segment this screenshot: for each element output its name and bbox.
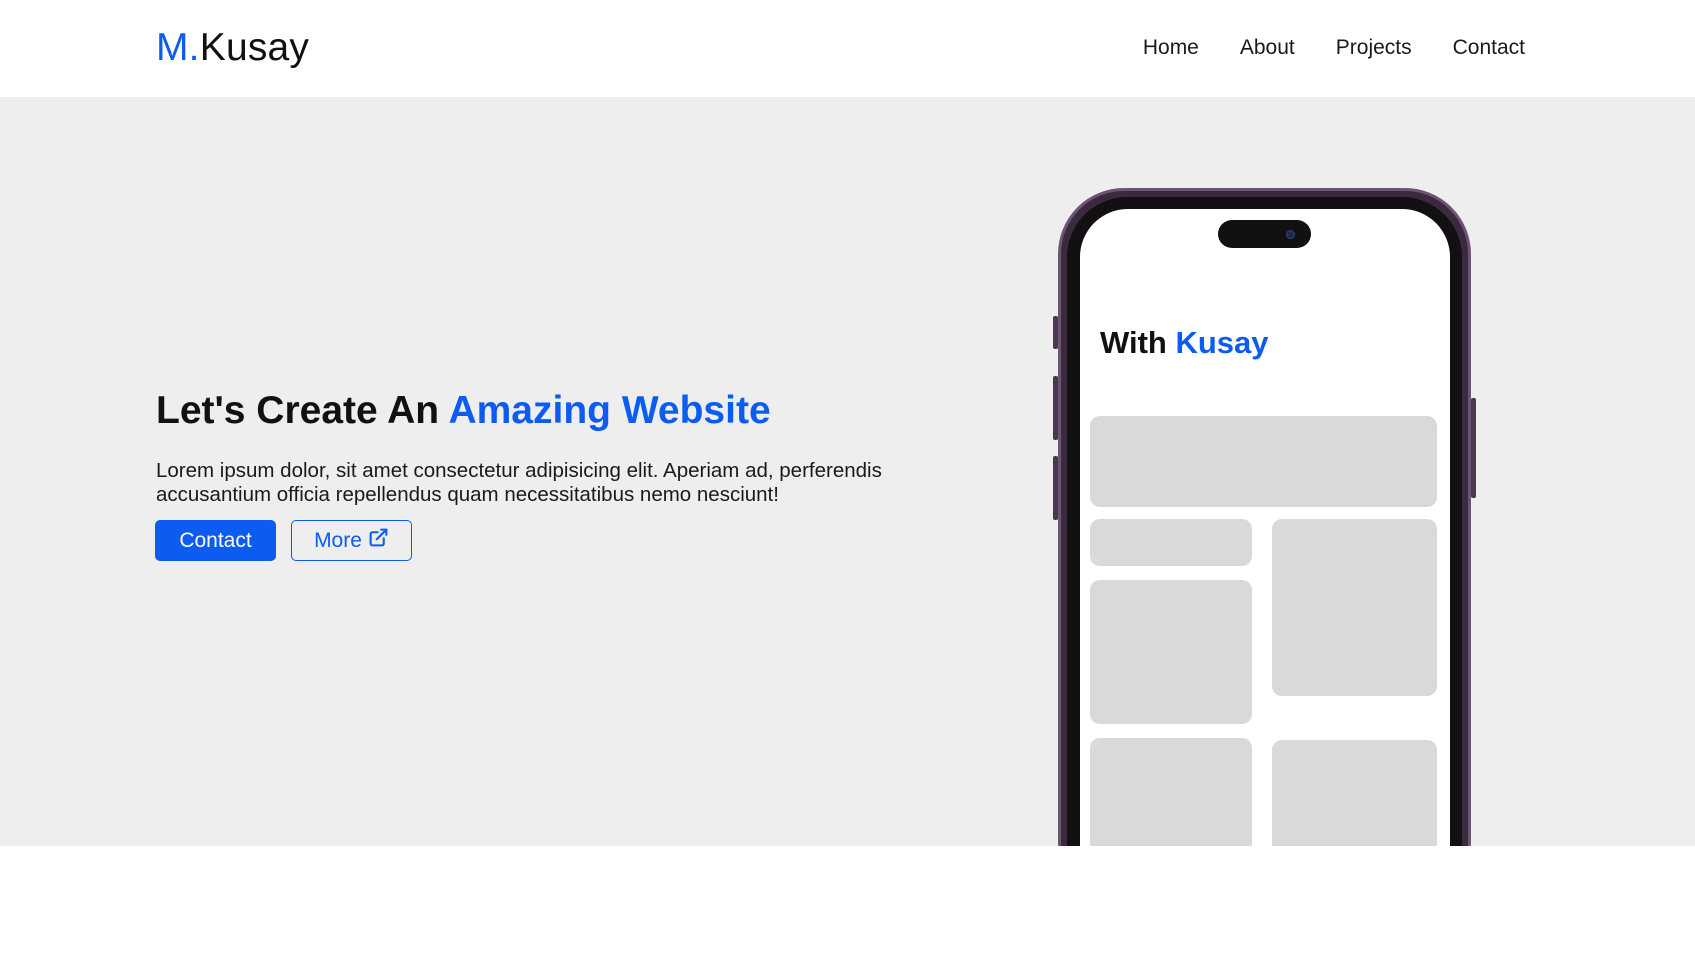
- phone-screen-title: With Kusay: [1100, 323, 1269, 363]
- brand-logo[interactable]: M.Kusay: [156, 24, 309, 72]
- placeholder-card-small: [1090, 519, 1252, 566]
- hero-section: Let's Create An Amazing Website Lorem ip…: [0, 97, 1695, 846]
- nav-projects-link[interactable]: Projects: [1336, 34, 1412, 62]
- hero-title-plain: Let's Create An: [156, 389, 449, 432]
- placeholder-card-bottom-left: [1090, 738, 1252, 846]
- contact-button[interactable]: Contact: [155, 520, 276, 561]
- more-button[interactable]: More: [291, 520, 412, 561]
- camera-icon: [1286, 230, 1295, 239]
- placeholder-card-wide: [1090, 416, 1437, 507]
- brand-name: Kusay: [199, 26, 310, 69]
- hero-title-accent: Amazing Website: [448, 389, 771, 432]
- more-button-label: More: [314, 528, 362, 552]
- navbar: M.Kusay Home About Projects Contact: [0, 0, 1695, 97]
- placeholder-card-bottom-right: [1272, 740, 1437, 846]
- external-link-icon: [368, 527, 389, 554]
- phone-screen: With Kusay: [1080, 209, 1450, 846]
- nav-home-link[interactable]: Home: [1143, 34, 1199, 62]
- placeholder-card-left: [1090, 580, 1252, 724]
- phone-mockup: With Kusay: [1053, 188, 1476, 846]
- nav-about-link[interactable]: About: [1240, 34, 1295, 62]
- phone-title-plain: With: [1100, 325, 1176, 360]
- phone-title-accent: Kusay: [1175, 325, 1269, 360]
- placeholder-card-tall-right: [1272, 519, 1437, 696]
- hero-description: Lorem ipsum dolor, sit amet consectetur …: [156, 459, 882, 506]
- brand-prefix: M.: [156, 26, 200, 69]
- dynamic-island: [1218, 220, 1311, 248]
- hero-title: Let's Create An Amazing Website: [156, 387, 771, 435]
- hero-buttons: Contact More: [155, 520, 412, 561]
- phone-power-button: [1471, 398, 1476, 498]
- nav-contact-link[interactable]: Contact: [1453, 34, 1525, 62]
- nav-links: Home About Projects Contact: [1143, 34, 1525, 62]
